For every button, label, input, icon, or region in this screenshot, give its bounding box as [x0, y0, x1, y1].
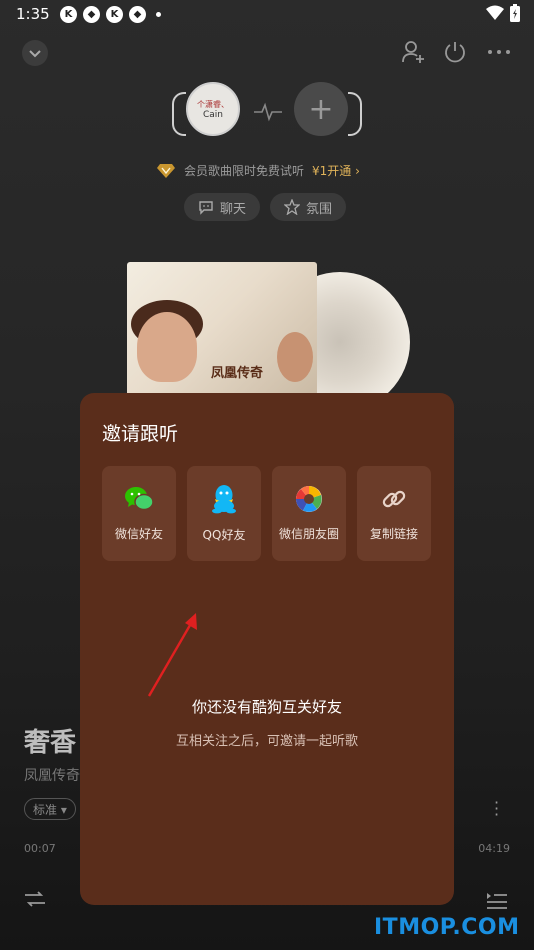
diamond-icon: [157, 163, 175, 178]
album-cover[interactable]: 凤凰传奇: [127, 262, 317, 402]
chip-row: 聊天 氛围: [184, 193, 347, 221]
time-current: 00:07: [24, 842, 56, 855]
share-moments-button[interactable]: 微信朋友圈: [272, 466, 346, 561]
power-icon: [445, 42, 465, 63]
invite-dialog: 邀请跟听 微信好友 QQ好友 微信朋友圈 复制链接 你还没有酷狗互关好友 互相关…: [80, 393, 454, 905]
empty-state-subtitle: 互相关注之后，可邀请一起听歌: [175, 734, 358, 749]
battery-icon: [510, 4, 520, 22]
annotation-arrow-icon: [147, 613, 197, 697]
vip-open-link[interactable]: ¥1开通 ›: [312, 162, 360, 179]
star-icon: [284, 199, 301, 215]
watermark: ITMOP.COM: [374, 915, 520, 940]
time-total: 04:19: [478, 842, 510, 855]
share-wechat-button[interactable]: 微信好友: [102, 466, 176, 561]
status-time: 1:35: [16, 5, 50, 23]
invite-avatar-button[interactable]: +: [294, 82, 348, 136]
chevron-down-icon: [29, 50, 41, 58]
share-label: 复制链接: [369, 527, 418, 541]
moments-icon: [296, 486, 322, 512]
avatar-text: 个潇睿、: [197, 99, 229, 109]
user-add-icon: [402, 41, 424, 63]
dialog-title: 邀请跟听: [102, 423, 179, 445]
status-system-icons: [486, 4, 520, 22]
empty-state-title: 你还没有酷狗互关好友: [191, 698, 342, 716]
wechat-icon: [125, 487, 154, 511]
headphone-left-icon: [172, 92, 186, 136]
more-icon: [488, 50, 510, 54]
add-friend-button[interactable]: [401, 40, 425, 68]
quality-selector[interactable]: 标准 ▾: [24, 798, 76, 820]
vip-banner[interactable]: 会员歌曲限时免费试听 ¥1开通 ›: [156, 162, 360, 179]
share-label: 微信好友: [114, 527, 163, 541]
app-status-icon: ◆: [129, 6, 146, 23]
copy-link-button[interactable]: 复制链接: [357, 466, 431, 561]
heartbeat-icon: [254, 102, 282, 122]
collapse-button[interactable]: [22, 40, 48, 66]
exit-listen-button[interactable]: [443, 40, 467, 68]
kugou-status-icon: K: [60, 6, 77, 23]
notification-dot-icon: [156, 12, 161, 17]
share-label: QQ好友: [202, 528, 246, 542]
chip-label: 氛围: [306, 201, 333, 217]
song-title: 奢香: [24, 728, 77, 758]
status-app-icons: K ◆ K ◆: [60, 6, 161, 23]
headphone-right-icon: [348, 92, 362, 136]
avatar-text: Cain: [202, 109, 223, 120]
wifi-icon: [486, 5, 504, 20]
app-status-icon: ◆: [83, 6, 100, 23]
chip-label: 聊天: [220, 201, 247, 217]
plus-icon: +: [308, 91, 334, 127]
share-options: 微信好友 QQ好友 微信朋友圈 复制链接: [102, 466, 431, 561]
more-button[interactable]: [487, 40, 511, 68]
avatar[interactable]: 个潇睿、 Cain: [186, 82, 240, 136]
more-vertical-icon[interactable]: · · ·: [494, 795, 499, 823]
loop-mode-icon[interactable]: [24, 890, 46, 908]
artist-name[interactable]: 凤凰传奇: [24, 765, 80, 785]
share-label: 微信朋友圈: [278, 527, 339, 541]
playlist-icon[interactable]: [486, 890, 508, 910]
vip-text: 会员歌曲限时免费试听: [184, 164, 305, 178]
link-icon: [382, 490, 406, 508]
cover-title: 凤凰传奇: [211, 366, 264, 381]
qq-icon: [212, 485, 236, 514]
cover-art-shape: [137, 312, 197, 382]
atmosphere-chip[interactable]: 氛围: [270, 193, 347, 221]
status-bar: 1:35 K ◆ K ◆: [0, 0, 534, 30]
chat-chip[interactable]: 聊天: [184, 193, 261, 221]
kugou-status-icon: K: [106, 6, 123, 23]
chat-icon: [199, 201, 213, 215]
share-qq-button[interactable]: QQ好友: [187, 466, 261, 561]
cover-art-shape: [277, 332, 313, 382]
